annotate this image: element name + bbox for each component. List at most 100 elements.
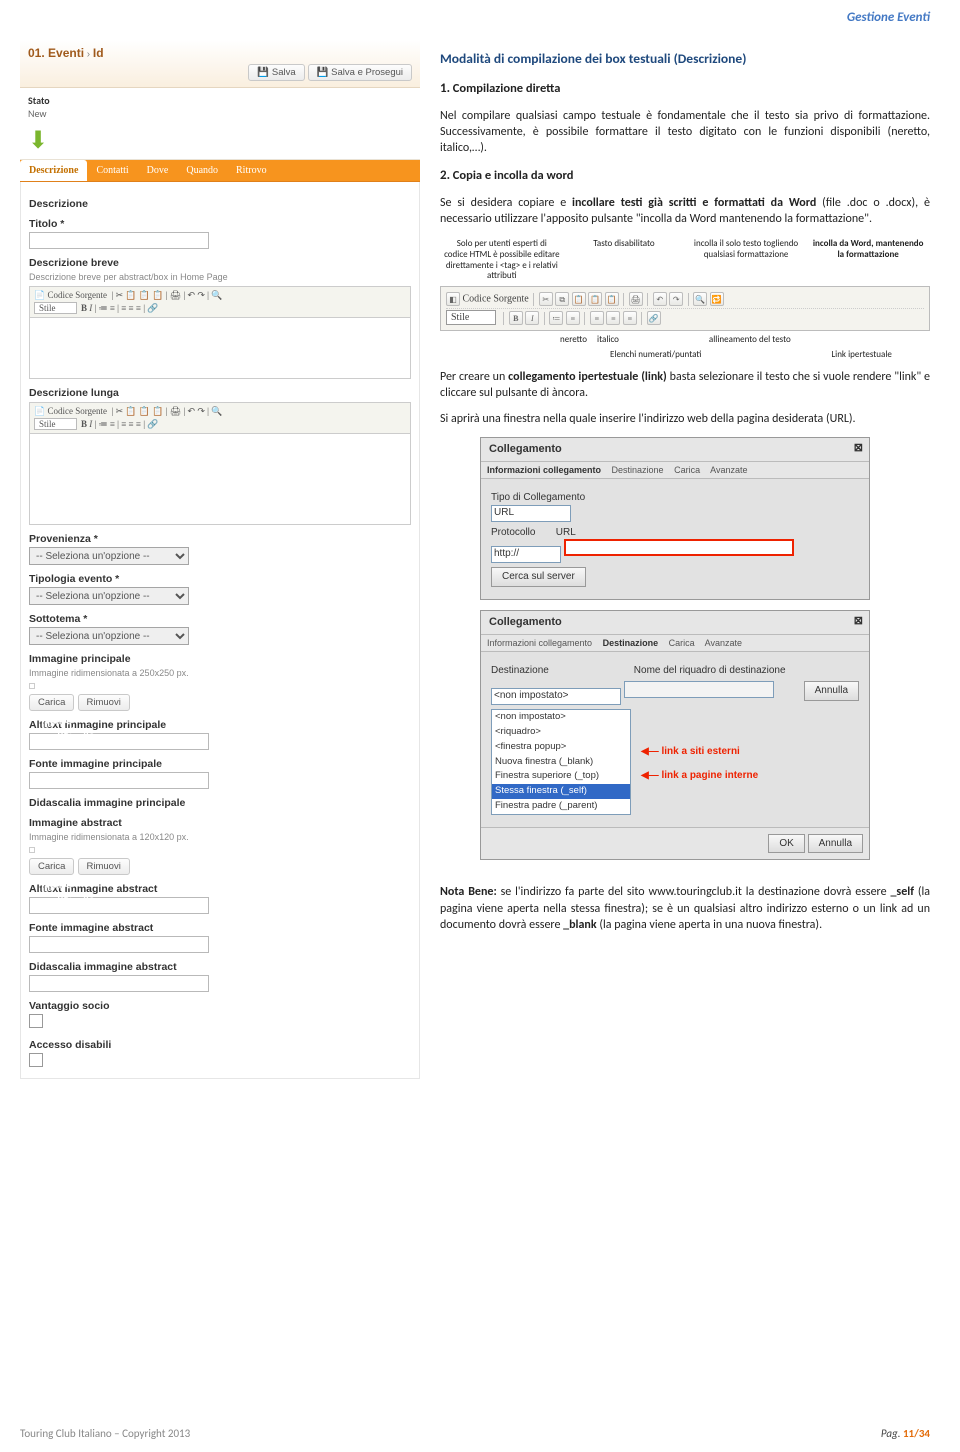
italic-icon[interactable]: I bbox=[525, 311, 539, 325]
link-icon[interactable]: 🔗 bbox=[647, 311, 661, 325]
page-footer: Touring Club Italiano – Copyright 2013 P… bbox=[20, 1427, 930, 1440]
toolbar-annotation: Solo per utenti esperti di codice HTML è… bbox=[440, 239, 930, 361]
input-fonte1[interactable] bbox=[29, 772, 209, 789]
annot-lists: Elenchi numerati/puntati bbox=[610, 350, 701, 361]
label-titolo: Titolo * bbox=[29, 218, 411, 230]
btn-rimuovi-1[interactable]: Rimuovi bbox=[78, 694, 130, 711]
ol-icon[interactable]: ≔ bbox=[549, 311, 563, 325]
breadcrumb: 01. Eventi › Id bbox=[28, 46, 412, 60]
label-img2-sub: Immagine ridimensionata a 120x120 px. bbox=[29, 832, 189, 842]
label-lunga: Descrizione lunga bbox=[29, 387, 411, 399]
tab-ritrovo[interactable]: Ritrovo bbox=[227, 160, 276, 181]
select-tipologia[interactable]: -- Seleziona un'opzione -- bbox=[29, 587, 189, 605]
replace-icon[interactable]: 🔁 bbox=[710, 292, 724, 306]
find-icon[interactable]: 🔍 bbox=[693, 292, 707, 306]
input-frame-name[interactable] bbox=[624, 681, 774, 698]
btn-browse-server[interactable]: Cerca sul server bbox=[491, 567, 586, 587]
thumb-principale: immagine non disponibile bbox=[29, 683, 35, 689]
tab-descrizione[interactable]: Descrizione bbox=[20, 160, 87, 181]
editor-toolbar[interactable]: 📄 Codice Sorgente | ✂ 📋 📋 📋 | 🖨 | ↶ ↷ | … bbox=[30, 287, 410, 318]
annot-link: Link ipertestuale bbox=[831, 350, 892, 361]
breadcrumb-a: 01. Eventi bbox=[28, 46, 84, 60]
tab-quando[interactable]: Quando bbox=[177, 160, 227, 181]
label-fonte2: Fonte immagine abstract bbox=[29, 922, 411, 934]
tab-contatti[interactable]: Contatti bbox=[87, 160, 137, 181]
btn-carica-2[interactable]: Carica bbox=[29, 858, 74, 875]
form-header: 01. Eventi › Id 💾 Salva 💾 Salva e Proseg… bbox=[20, 40, 420, 88]
save-button[interactable]: 💾 Salva bbox=[248, 64, 304, 81]
select-tipo[interactable]: URL bbox=[491, 505, 571, 522]
select-dest[interactable]: <non impostato> bbox=[491, 688, 621, 705]
opt-top[interactable]: Finestra superiore (_top) bbox=[492, 769, 630, 784]
input-url[interactable] bbox=[564, 539, 794, 556]
dlg1-tab-dest[interactable]: Destinazione bbox=[612, 465, 664, 475]
redo-icon[interactable]: ↷ bbox=[669, 292, 683, 306]
s2-body: Se si desidera copiare e incollare testi… bbox=[440, 195, 930, 227]
copy-icon[interactable]: ⧉ bbox=[555, 292, 569, 306]
select-sottotema[interactable]: -- Seleziona un'opzione -- bbox=[29, 627, 189, 645]
align-center-icon[interactable]: ≡ bbox=[606, 311, 620, 325]
opt-non-impostato[interactable]: <non impostato> bbox=[492, 710, 630, 725]
opt-blank[interactable]: Nuova finestra (_blank) bbox=[492, 755, 630, 770]
label-breve: Descrizione breve bbox=[29, 257, 411, 269]
ul-icon[interactable]: ≡ bbox=[566, 311, 580, 325]
opt-parent[interactable]: Finestra padre (_parent) bbox=[492, 799, 630, 814]
paste-word-icon[interactable]: 📋 bbox=[605, 292, 619, 306]
close-icon[interactable]: ⊠ bbox=[854, 441, 863, 456]
save-continue-button[interactable]: 💾 Salva e Prosegui bbox=[308, 64, 412, 81]
input-fonte2[interactable] bbox=[29, 936, 209, 953]
style-select[interactable]: Stile bbox=[446, 310, 496, 325]
btn-ok[interactable]: OK bbox=[768, 834, 804, 854]
lbl-dest: Destinazione bbox=[491, 664, 631, 678]
chk-vantaggio[interactable] bbox=[29, 1014, 43, 1028]
undo-icon[interactable]: ↶ bbox=[653, 292, 667, 306]
editor-toolbar-2[interactable]: 📄 Codice Sorgente | ✂ 📋 📋 📋 | 🖨 | ↶ ↷ | … bbox=[30, 403, 410, 434]
dlg2-tab-dest[interactable]: Destinazione bbox=[603, 638, 659, 648]
dlg2-tab-carica[interactable]: Carica bbox=[669, 638, 695, 648]
dlg1-tab-info[interactable]: Informazioni collegamento bbox=[487, 465, 601, 475]
dlg2-tab-avanz[interactable]: Avanzate bbox=[705, 638, 742, 648]
btn-annulla[interactable]: Annulla bbox=[808, 834, 863, 854]
label-vantaggio: Vantaggio socio bbox=[29, 1000, 411, 1012]
label-accesso: Accesso disabili bbox=[29, 1039, 411, 1051]
opt-popup[interactable]: <finestra popup> bbox=[492, 740, 630, 755]
annot-align: allineamento del testo bbox=[709, 335, 791, 346]
dest-listbox[interactable]: <non impostato> <riquadro> <finestra pop… bbox=[491, 709, 631, 815]
bold-icon[interactable]: B bbox=[509, 311, 523, 325]
btn-annulla-top[interactable]: Annulla bbox=[804, 681, 859, 701]
opt-self[interactable]: Stessa finestra (_self) bbox=[492, 784, 630, 799]
print-icon[interactable]: 🖨 bbox=[629, 292, 643, 306]
s1-head: Compilazione diretta bbox=[453, 81, 561, 96]
s2-head: Copia e incolla da word bbox=[453, 168, 574, 183]
editor-lunga[interactable]: 📄 Codice Sorgente | ✂ 📋 📋 📋 | 🖨 | ↶ ↷ | … bbox=[29, 402, 411, 525]
input-did2[interactable] bbox=[29, 975, 209, 992]
dlg1-tab-carica[interactable]: Carica bbox=[674, 465, 700, 475]
label-immagine: Immagine principale bbox=[29, 653, 411, 665]
close-icon-2[interactable]: ⊠ bbox=[854, 614, 863, 629]
chk-accesso[interactable] bbox=[29, 1053, 43, 1067]
tag-siti-esterni: ◀— link a siti esterni bbox=[641, 745, 740, 759]
editor-breve[interactable]: 📄 Codice Sorgente | ✂ 📋 📋 📋 | 🖨 | ↶ ↷ | … bbox=[29, 286, 411, 379]
btn-carica-1[interactable]: Carica bbox=[29, 694, 74, 711]
align-right-icon[interactable]: ≡ bbox=[623, 311, 637, 325]
cut-icon[interactable]: ✂ bbox=[539, 292, 553, 306]
select-proto[interactable]: http:// bbox=[491, 546, 561, 563]
dlg2-tab-info[interactable]: Informazioni collegamento bbox=[487, 638, 592, 648]
footer-page: Pag. 11/34 bbox=[881, 1427, 930, 1440]
btn-rimuovi-2[interactable]: Rimuovi bbox=[78, 858, 130, 875]
opt-riquadro[interactable]: <riquadro> bbox=[492, 725, 630, 740]
dlg1-tab-avanz[interactable]: Avanzate bbox=[710, 465, 747, 475]
align-left-icon[interactable]: ≡ bbox=[590, 311, 604, 325]
paste-text-icon[interactable]: 📋 bbox=[588, 292, 602, 306]
source-icon[interactable]: ◧ bbox=[446, 292, 460, 306]
paste-icon[interactable]: 📋 bbox=[572, 292, 586, 306]
instructions: Modalità di compilazione dei box testual… bbox=[440, 50, 930, 943]
lbl-url: URL bbox=[556, 527, 576, 538]
input-titolo[interactable] bbox=[29, 232, 209, 249]
tab-dove[interactable]: Dove bbox=[138, 160, 178, 181]
label-sottotema: Sottotema * bbox=[29, 613, 411, 625]
form-panel: 01. Eventi › Id 💾 Salva 💾 Salva e Proseg… bbox=[20, 40, 420, 1079]
s1-num: 1. bbox=[440, 81, 450, 96]
select-provenienza[interactable]: -- Seleziona un'opzione -- bbox=[29, 547, 189, 565]
label-tipologia: Tipologia evento * bbox=[29, 573, 411, 585]
